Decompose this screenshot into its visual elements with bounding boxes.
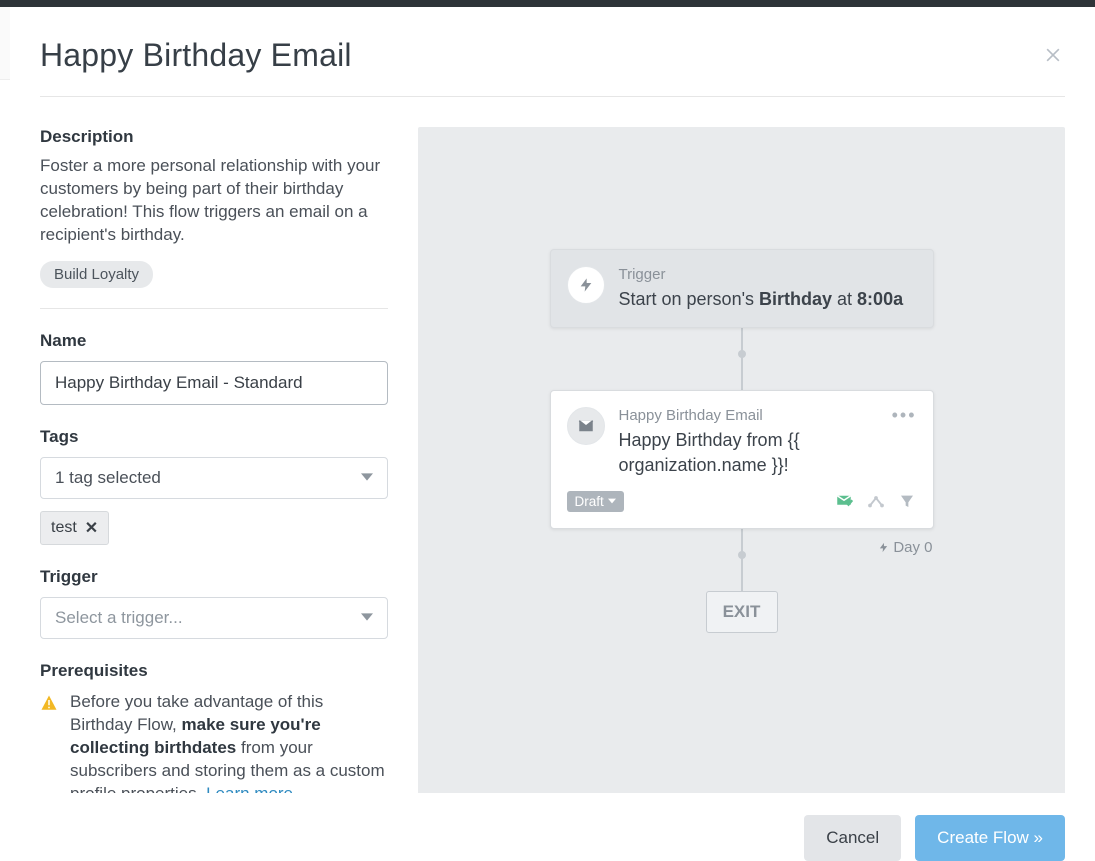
flow-graph: Trigger Start on person's Birthday at 8:… <box>550 249 934 633</box>
flow-name-input[interactable] <box>40 361 388 405</box>
modal-footer: Cancel Create Flow » <box>40 793 1065 861</box>
bolt-icon <box>878 542 889 553</box>
modal-header: Happy Birthday Email <box>40 37 1065 97</box>
split-icon <box>867 492 885 510</box>
category-pill: Build Loyalty <box>40 261 153 288</box>
tag-remove-button[interactable]: ✕ <box>85 518 98 538</box>
trigger-body: Start on person's Birthday at 8:00a <box>619 287 904 311</box>
flow-preview-canvas: Trigger Start on person's Birthday at 8:… <box>418 127 1065 793</box>
tags-summary: 1 tag selected <box>55 468 161 488</box>
email-body: Happy Birthday from {{ organization.name… <box>619 428 915 477</box>
email-status-row: Draft <box>567 491 915 512</box>
node-menu-button[interactable]: ••• <box>892 405 917 426</box>
trigger-field-block: Trigger Select a trigger... <box>40 567 388 639</box>
status-icons <box>835 492 915 510</box>
cancel-button[interactable]: Cancel <box>804 815 901 861</box>
close-button[interactable] <box>1041 43 1065 67</box>
form-column: Description Foster a more personal relat… <box>40 127 388 793</box>
tag-chip-label: test <box>51 519 77 537</box>
tags-select[interactable]: 1 tag selected <box>40 457 388 499</box>
exit-node: EXIT <box>706 591 778 633</box>
trigger-node[interactable]: Trigger Start on person's Birthday at 8:… <box>550 249 934 328</box>
close-icon <box>1043 45 1063 65</box>
draft-badge[interactable]: Draft <box>567 491 624 512</box>
prereq-text: Before you take advantage of this Birthd… <box>70 691 388 793</box>
warning-icon <box>40 694 58 712</box>
prereq-row: Before you take advantage of this Birthd… <box>40 691 388 793</box>
name-label: Name <box>40 331 388 351</box>
caret-down-icon <box>361 608 373 628</box>
tags-label: Tags <box>40 427 388 447</box>
description-label: Description <box>40 127 388 147</box>
caret-down-icon <box>361 468 373 488</box>
flow-connector <box>741 555 743 591</box>
modal-body: Description Foster a more personal relat… <box>40 97 1065 793</box>
trigger-label: Trigger <box>40 567 388 587</box>
connector-dot <box>738 350 746 358</box>
create-flow-button[interactable]: Create Flow » <box>915 815 1065 861</box>
description-text: Foster a more personal relationship with… <box>40 155 388 247</box>
name-field-block: Name <box>40 331 388 405</box>
section-divider <box>40 308 388 309</box>
tag-chip: test ✕ <box>40 511 109 545</box>
filter-icon <box>899 493 915 509</box>
caret-down-icon <box>608 497 616 505</box>
trigger-kicker: Trigger <box>619 266 904 283</box>
flow-connector <box>741 354 743 390</box>
prereq-label: Prerequisites <box>40 661 388 681</box>
smart-send-icon <box>835 492 853 510</box>
trigger-select[interactable]: Select a trigger... <box>40 597 388 639</box>
trigger-placeholder: Select a trigger... <box>55 608 183 628</box>
day-badge: Day 0 <box>878 539 932 556</box>
flow-template-modal: Happy Birthday Email Description Foster … <box>10 7 1095 861</box>
modal-title: Happy Birthday Email <box>40 37 352 74</box>
bolt-icon <box>567 266 605 304</box>
learn-more-link[interactable]: Learn more. <box>206 784 298 794</box>
email-node[interactable]: ••• Happy Birthday Email Happy Birthday … <box>550 390 934 529</box>
email-kicker: Happy Birthday Email <box>619 407 915 424</box>
connector-dot <box>738 551 746 559</box>
app-topbar-strip <box>0 0 1095 7</box>
tags-field-block: Tags 1 tag selected test ✕ <box>40 427 388 545</box>
prereq-block: Prerequisites Before you take advantage … <box>40 661 388 793</box>
mail-icon <box>567 407 605 445</box>
